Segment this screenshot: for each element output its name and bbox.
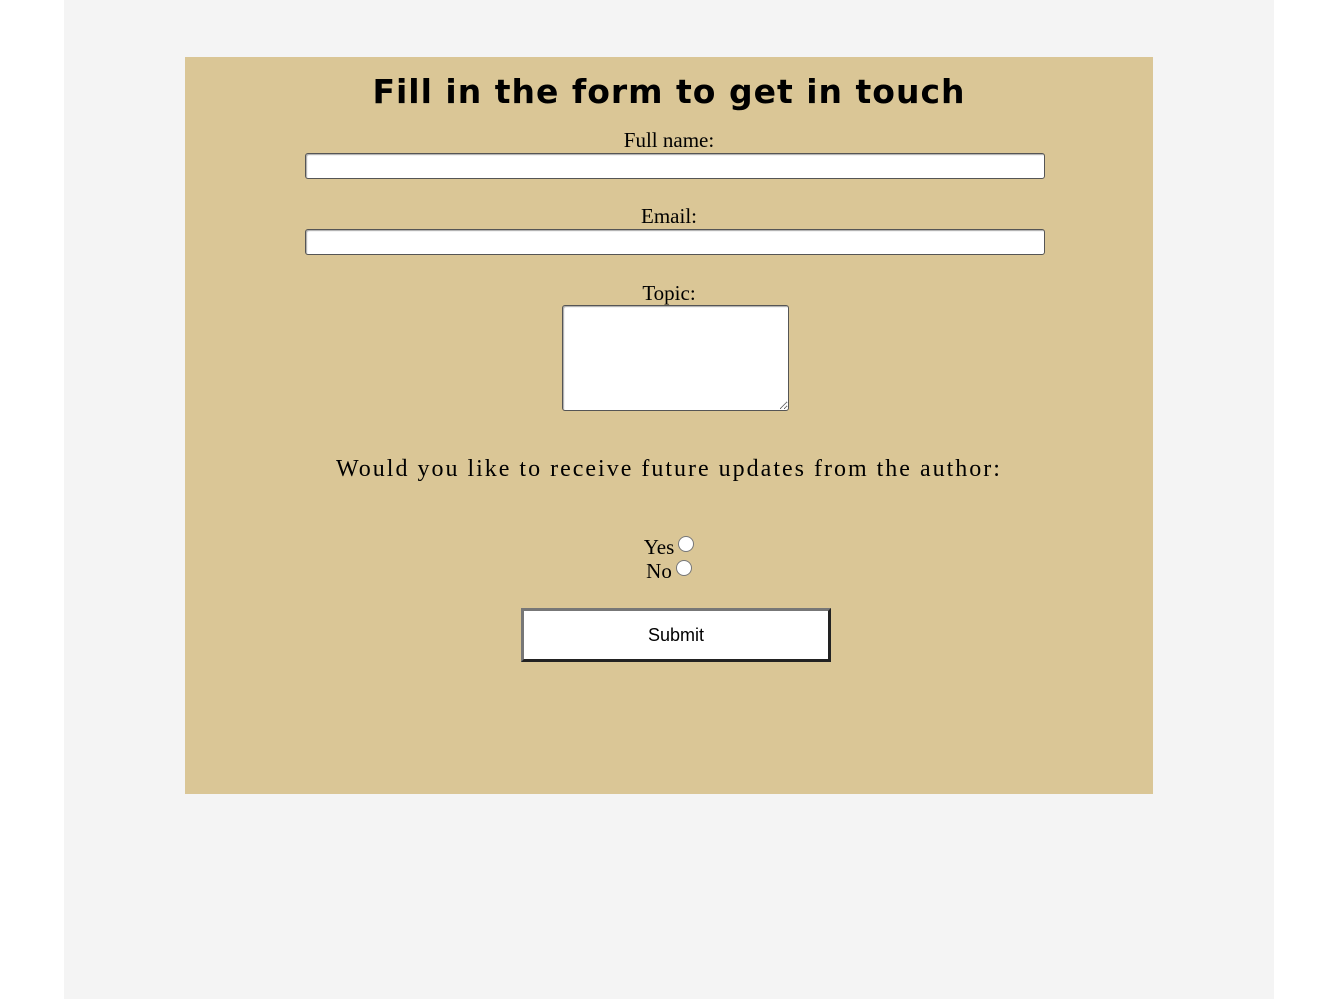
email-label: Email: — [641, 204, 697, 228]
full-name-input[interactable] — [305, 153, 1045, 179]
no-radio[interactable] — [675, 560, 692, 576]
topic-textarea[interactable] — [562, 305, 789, 411]
form-title: Fill in the form to get in touch — [372, 72, 966, 111]
contact-form: Fill in the form to get in touch Full na… — [185, 57, 1153, 794]
full-name-label: Full name: — [623, 128, 715, 152]
submit-button[interactable]: Submit — [521, 608, 831, 662]
topic-label: Topic: — [642, 281, 696, 305]
updates-option-no: No — [185, 559, 1153, 583]
yes-radio[interactable] — [678, 536, 695, 552]
updates-question: Would you like to receive future updates… — [336, 456, 1002, 482]
updates-option-yes: Yes — [185, 535, 1153, 559]
no-label: No — [646, 559, 672, 583]
email-input[interactable] — [305, 229, 1045, 255]
yes-label: Yes — [643, 535, 675, 559]
